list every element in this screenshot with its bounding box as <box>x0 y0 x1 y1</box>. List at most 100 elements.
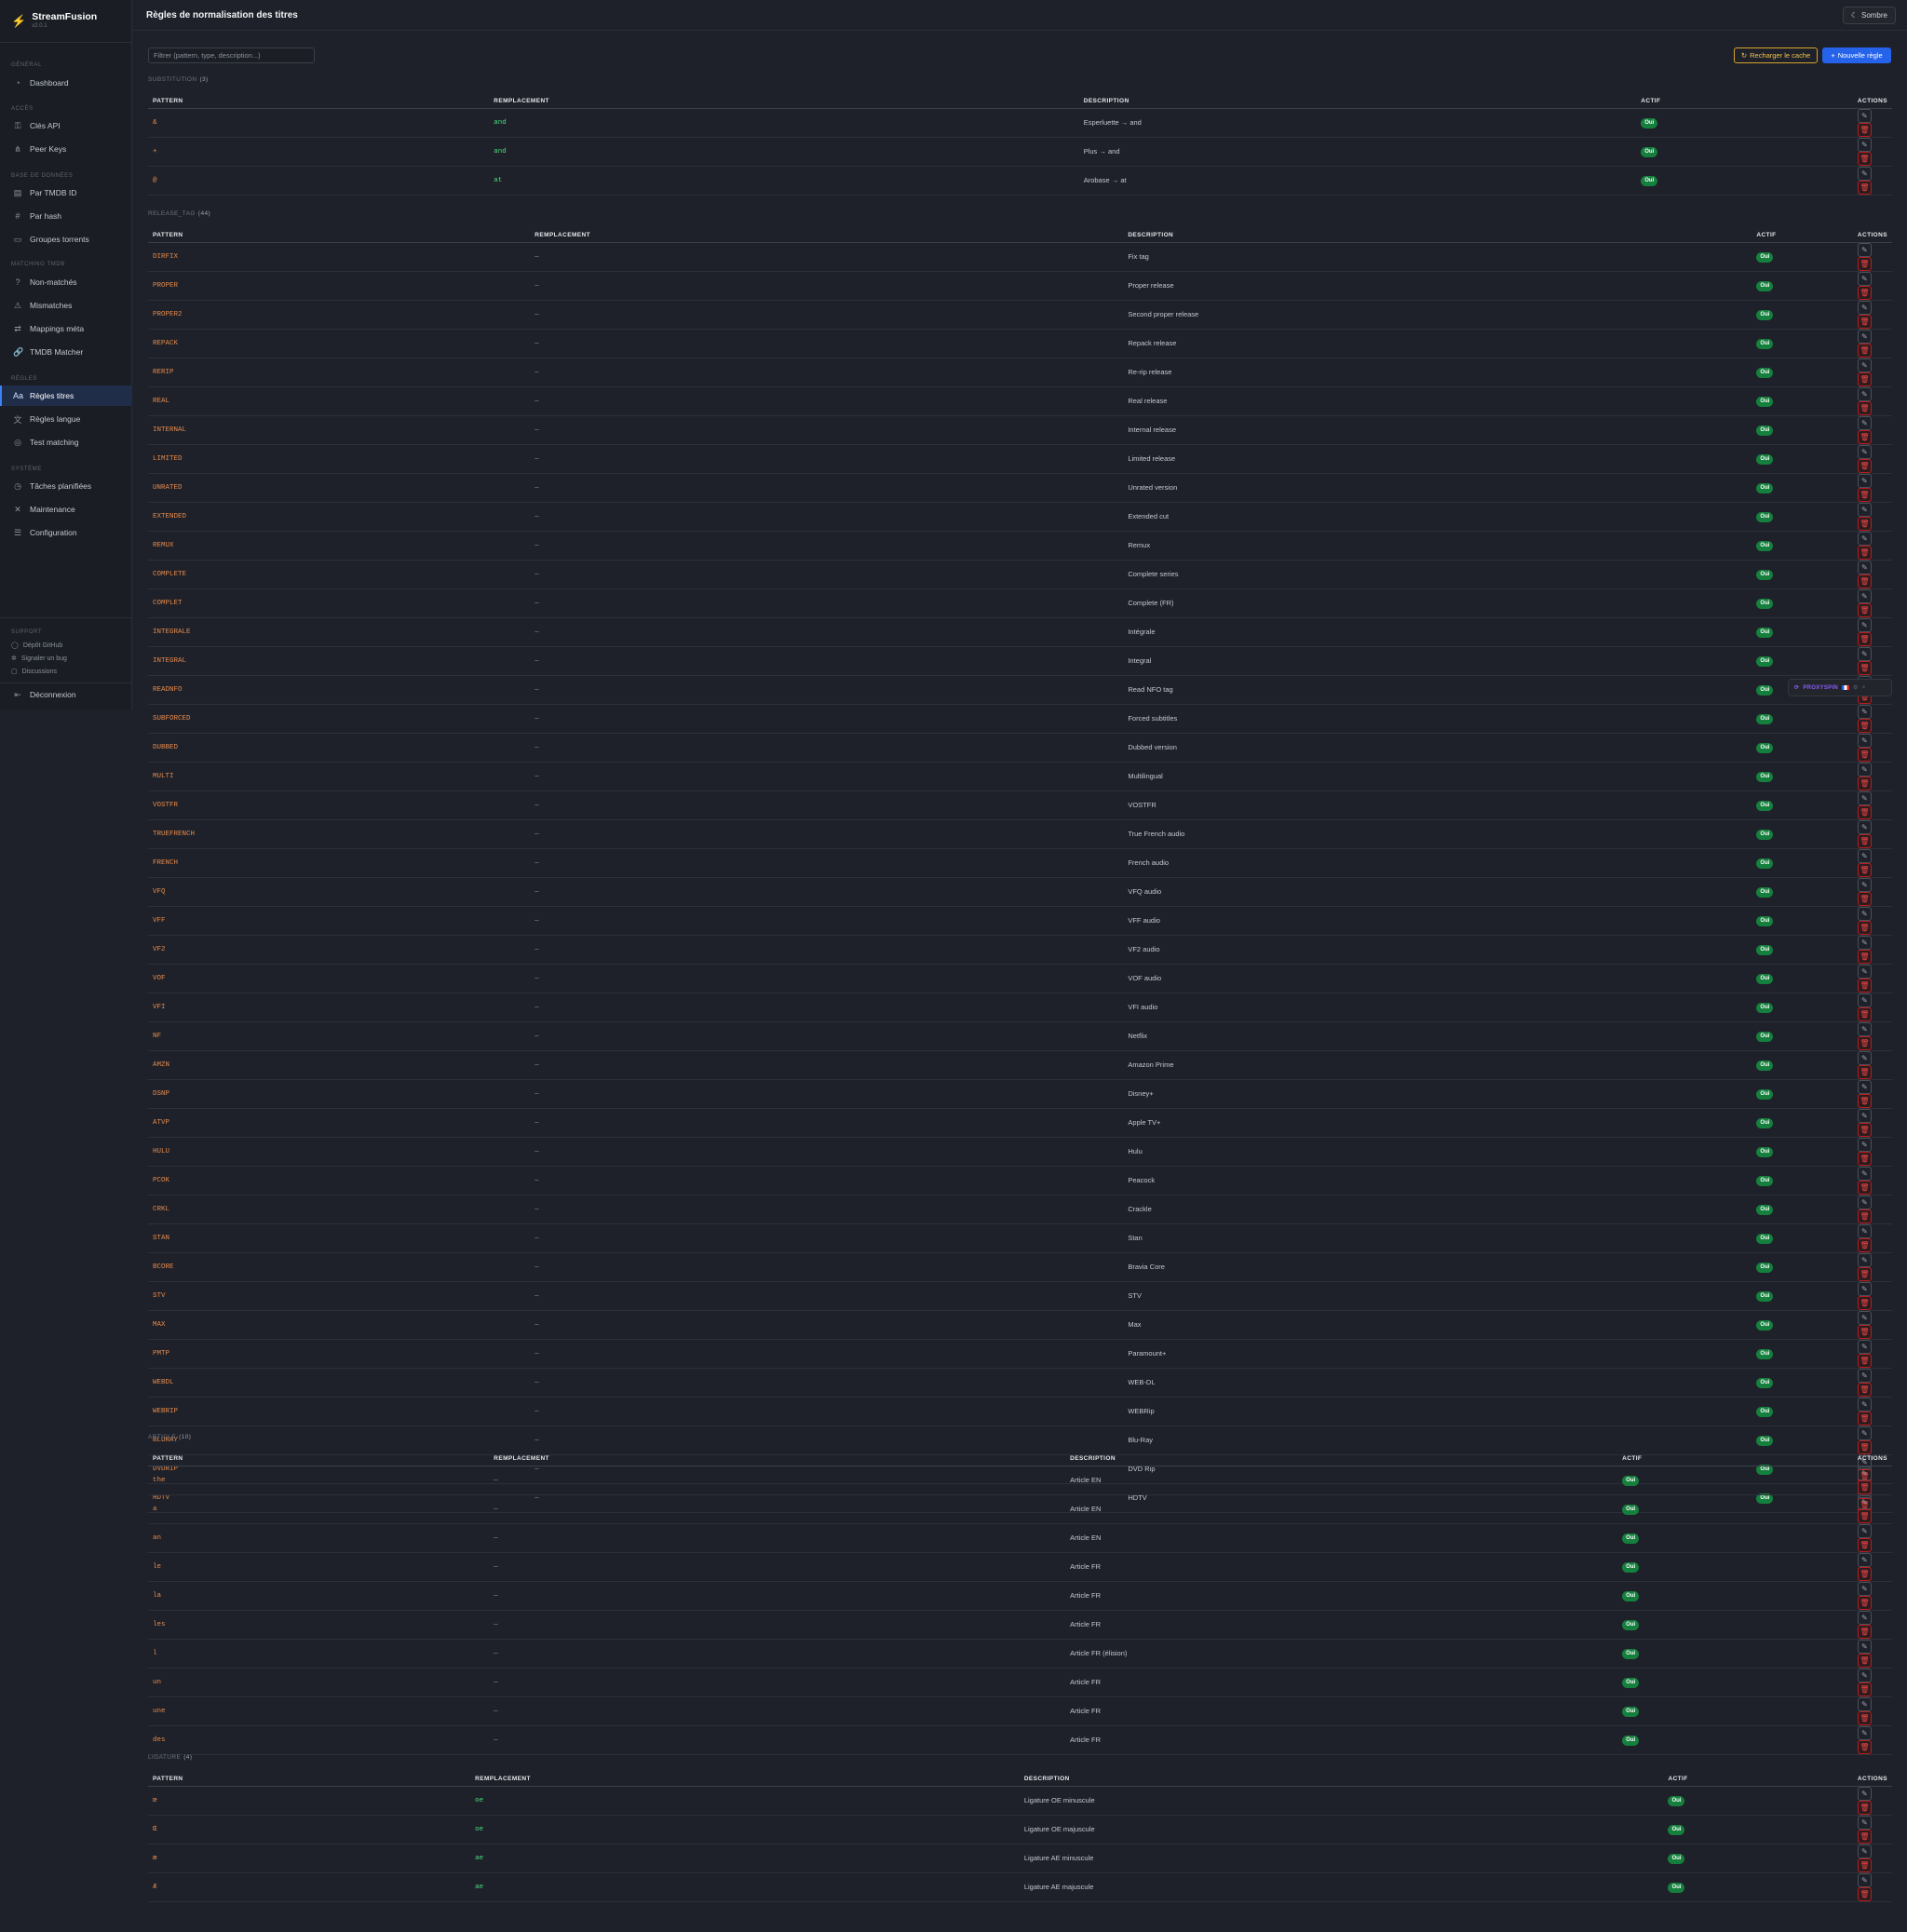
edit-button[interactable]: ✎ <box>1857 1195 1872 1209</box>
active-badge[interactable]: Oui <box>1622 1475 1640 1486</box>
delete-button[interactable]: 🗑 <box>1857 574 1872 588</box>
delete-button[interactable]: 🗑 <box>1857 1151 1872 1166</box>
column-header-pattern[interactable]: PATTERN <box>148 95 490 109</box>
active-badge[interactable]: Oui <box>1756 453 1774 465</box>
active-badge[interactable]: Oui <box>1756 338 1774 349</box>
delete-button[interactable]: 🗑 <box>1857 1508 1872 1523</box>
active-badge[interactable]: Oui <box>1756 482 1774 493</box>
delete-button[interactable]: 🗑 <box>1857 1035 1872 1050</box>
edit-button[interactable]: ✎ <box>1857 848 1872 863</box>
delete-button[interactable]: 🗑 <box>1857 1682 1872 1696</box>
logout-button[interactable]: ⇤ Déconnexion <box>0 684 132 705</box>
delete-button[interactable]: 🗑 <box>1857 602 1872 617</box>
delete-button[interactable]: 🗑 <box>1857 1624 1872 1639</box>
edit-button[interactable]: ✎ <box>1857 1610 1872 1625</box>
theme-toggle-button[interactable]: ☾ Sombre <box>1842 7 1896 24</box>
delete-button[interactable]: 🗑 <box>1857 1324 1872 1339</box>
sidebar-item[interactable]: # Par hash <box>0 206 132 226</box>
edit-button[interactable]: ✎ <box>1857 108 1872 123</box>
delete-button[interactable]: 🗑 <box>1857 747 1872 762</box>
active-badge[interactable]: Oui <box>1622 1648 1640 1659</box>
edit-button[interactable]: ✎ <box>1857 329 1872 344</box>
delete-button[interactable]: 🗑 <box>1857 718 1872 733</box>
edit-button[interactable]: ✎ <box>1857 502 1872 517</box>
sidebar-item[interactable]: ◎ Test matching <box>0 432 132 453</box>
delete-button[interactable]: 🗑 <box>1857 180 1872 195</box>
active-badge[interactable]: Oui <box>1756 1088 1774 1100</box>
sidebar-item[interactable]: ⋔ Peer Keys <box>0 139 132 159</box>
edit-button[interactable]: ✎ <box>1857 993 1872 1007</box>
reload-cache-button[interactable]: ↻ Recharger le cache <box>1734 47 1818 63</box>
delete-button[interactable]: 🗑 <box>1857 1653 1872 1668</box>
active-badge[interactable]: Oui <box>1756 858 1774 869</box>
active-badge[interactable]: Oui <box>1756 1002 1774 1013</box>
delete-button[interactable]: 🗑 <box>1857 862 1872 877</box>
edit-button[interactable]: ✎ <box>1857 1494 1872 1509</box>
edit-button[interactable]: ✎ <box>1857 271 1872 286</box>
column-header-description[interactable]: DESCRIPTION <box>1078 95 1637 109</box>
active-badge[interactable]: Oui <box>1756 1348 1774 1359</box>
active-badge[interactable]: Oui <box>1756 425 1774 436</box>
delete-button[interactable]: 🗑 <box>1857 1122 1872 1137</box>
edit-button[interactable]: ✎ <box>1857 1639 1872 1654</box>
active-badge[interactable]: Oui <box>1756 771 1774 782</box>
column-header-actions[interactable]: ACTIONS <box>1852 95 1892 109</box>
edit-button[interactable]: ✎ <box>1857 1252 1872 1267</box>
active-badge[interactable]: Oui <box>1756 1031 1774 1042</box>
active-badge[interactable]: Oui <box>1756 915 1774 926</box>
sidebar-item[interactable]: Aa Règles titres <box>0 385 132 406</box>
active-badge[interactable]: Oui <box>1641 146 1658 157</box>
active-badge[interactable]: Oui <box>1756 598 1774 609</box>
active-badge[interactable]: Oui <box>1756 1233 1774 1244</box>
edit-button[interactable]: ✎ <box>1857 617 1872 632</box>
column-header-replacement[interactable]: REMPLACEMENT <box>470 1773 1020 1787</box>
sidebar-item[interactable]: ? Non-matchés <box>0 272 132 292</box>
edit-button[interactable]: ✎ <box>1857 1786 1872 1801</box>
edit-button[interactable]: ✎ <box>1857 1523 1872 1538</box>
active-badge[interactable]: Oui <box>1641 117 1658 128</box>
active-badge[interactable]: Oui <box>1622 1561 1640 1573</box>
edit-button[interactable]: ✎ <box>1857 242 1872 257</box>
delete-button[interactable]: 🗑 <box>1857 1595 1872 1610</box>
column-header-active[interactable]: ACTIF <box>1751 229 1853 243</box>
delete-button[interactable]: 🗑 <box>1857 256 1872 271</box>
delete-button[interactable]: 🗑 <box>1857 314 1872 329</box>
delete-button[interactable]: 🗑 <box>1857 1353 1872 1368</box>
active-badge[interactable]: Oui <box>1756 800 1774 811</box>
delete-button[interactable]: 🗑 <box>1857 1886 1872 1901</box>
delete-button[interactable]: 🗑 <box>1857 1007 1872 1021</box>
column-header-active[interactable]: ACTIF <box>1663 1773 1853 1787</box>
column-header-description[interactable]: DESCRIPTION <box>1019 1773 1664 1787</box>
active-badge[interactable]: Oui <box>1756 944 1774 955</box>
column-header-pattern[interactable]: PATTERN <box>148 1452 490 1466</box>
edit-button[interactable]: ✎ <box>1857 1696 1872 1711</box>
support-link[interactable]: ▢ Discussions <box>11 668 57 676</box>
active-badge[interactable]: Oui <box>1756 1377 1774 1388</box>
delete-button[interactable]: 🗑 <box>1857 891 1872 906</box>
active-badge[interactable]: Oui <box>1641 175 1658 186</box>
active-badge[interactable]: Oui <box>1756 396 1774 407</box>
active-badge[interactable]: Oui <box>1756 540 1774 551</box>
edit-button[interactable]: ✎ <box>1857 531 1872 546</box>
column-header-pattern[interactable]: PATTERN <box>148 1773 471 1787</box>
active-badge[interactable]: Oui <box>1756 309 1774 320</box>
edit-button[interactable]: ✎ <box>1857 1844 1872 1858</box>
active-badge[interactable]: Oui <box>1756 1060 1774 1071</box>
column-header-replacement[interactable]: REMPLACEMENT <box>489 1452 1066 1466</box>
edit-button[interactable]: ✎ <box>1857 762 1872 777</box>
delete-button[interactable]: 🗑 <box>1857 804 1872 819</box>
sidebar-item[interactable]: ⚠ Mismatches <box>0 295 132 316</box>
column-header-active[interactable]: ACTIF <box>1636 95 1853 109</box>
edit-button[interactable]: ✎ <box>1857 1223 1872 1238</box>
delete-button[interactable]: 🗑 <box>1857 458 1872 473</box>
edit-button[interactable]: ✎ <box>1857 1021 1872 1036</box>
active-badge[interactable]: Oui <box>1622 1590 1640 1601</box>
edit-button[interactable]: ✎ <box>1857 790 1872 805</box>
delete-button[interactable]: 🗑 <box>1857 660 1872 675</box>
active-badge[interactable]: Oui <box>1622 1735 1640 1746</box>
edit-button[interactable]: ✎ <box>1857 1368 1872 1383</box>
edit-button[interactable]: ✎ <box>1857 935 1872 950</box>
edit-button[interactable]: ✎ <box>1857 646 1872 661</box>
column-header-pattern[interactable]: PATTERN <box>148 229 531 243</box>
active-badge[interactable]: Oui <box>1668 1853 1685 1864</box>
